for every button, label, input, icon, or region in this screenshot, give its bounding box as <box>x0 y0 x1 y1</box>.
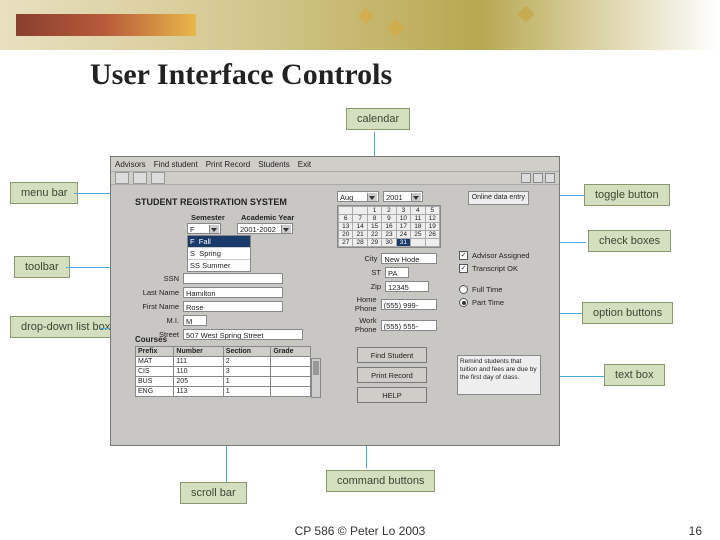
toolbar-button[interactable] <box>133 172 147 184</box>
checkbox[interactable]: ✓ <box>459 264 468 273</box>
wphone-field[interactable]: (555) 555-9999 <box>381 320 437 331</box>
menu-item[interactable]: Students <box>258 160 290 169</box>
page-number: 16 <box>689 524 702 538</box>
help-button[interactable]: HELP <box>357 387 427 403</box>
toolbar-button[interactable] <box>151 172 165 184</box>
print-record-button[interactable]: Print Record <box>357 367 427 383</box>
label-calendar: calendar <box>346 108 410 130</box>
year-dropdown[interactable]: 2001-2002 <box>237 223 293 234</box>
menu-bar[interactable]: Advisors Find student Print Record Stude… <box>111 157 559 171</box>
hphone-field[interactable]: (555) 999-9999 <box>381 299 437 310</box>
city-field[interactable]: New Hode <box>381 253 437 264</box>
radio[interactable] <box>459 285 468 294</box>
checkbox-group: ✓Advisor Assigned ✓Transcript OK <box>459 251 530 277</box>
label-dropdown: drop-down list box <box>10 316 121 338</box>
decorative-header <box>0 0 720 50</box>
min-icon[interactable] <box>521 173 531 183</box>
calendar[interactable]: 1234567891011121314151617181920212223242… <box>337 205 441 248</box>
toolbar[interactable] <box>111 171 559 185</box>
label-scrollbar: scroll bar <box>180 482 247 504</box>
slide-footer: CP 586 © Peter Lo 2003 16 <box>0 524 720 538</box>
menu-item[interactable]: Print Record <box>206 160 250 169</box>
label-toolbar: toolbar <box>14 256 70 278</box>
mi-field[interactable]: M <box>183 315 207 326</box>
toggle-button[interactable]: Online data entry <box>468 191 529 205</box>
menu-item[interactable]: Advisors <box>115 160 146 169</box>
close-icon[interactable] <box>545 173 555 183</box>
label-textbox: text box <box>604 364 665 386</box>
app-window: Advisors Find student Print Record Stude… <box>110 156 560 446</box>
label-command: command buttons <box>326 470 435 492</box>
app-title: STUDENT REGISTRATION SYSTEM <box>135 197 287 207</box>
checkbox[interactable]: ✓ <box>459 251 468 260</box>
semester-dropdown[interactable]: F <box>187 223 221 234</box>
label-toggle: toggle button <box>584 184 670 206</box>
max-icon[interactable] <box>533 173 543 183</box>
semester-options[interactable]: F Fall S Spring SS Summer <box>187 235 251 272</box>
year-label: Academic Year <box>241 213 294 222</box>
ssn-field[interactable] <box>183 273 283 284</box>
lastname-field[interactable]: Hamilton <box>183 287 283 298</box>
st-field[interactable]: PA <box>385 267 409 278</box>
diagram-stage: calendar menu bar toolbar drop-down list… <box>0 102 720 462</box>
firstname-field[interactable]: Rose <box>183 301 283 312</box>
zip-field[interactable]: 12345 <box>385 281 429 292</box>
cal-month[interactable]: Aug <box>337 191 379 202</box>
menu-item[interactable]: Exit <box>298 160 311 169</box>
label-checkboxes: check boxes <box>588 230 671 252</box>
courses-table: Courses PrefixNumberSectionGradeMAT1112C… <box>135 335 311 397</box>
radio[interactable] <box>459 298 468 307</box>
label-option: option buttons <box>582 302 673 324</box>
find-student-button[interactable]: Find Student <box>357 347 427 363</box>
message-textbox[interactable]: Remind students that tuition and fees ar… <box>457 355 541 395</box>
menu-item[interactable]: Find student <box>154 160 198 169</box>
scrollbar[interactable] <box>311 358 321 398</box>
toolbar-button[interactable] <box>115 172 129 184</box>
command-buttons: Find Student Print Record HELP <box>357 347 427 403</box>
cal-year[interactable]: 2001 <box>383 191 423 202</box>
label-menubar: menu bar <box>10 182 78 204</box>
semester-label: Semester <box>191 213 225 222</box>
slide-title: User Interface Controls <box>90 58 392 92</box>
radio-group: Full Time Part Time <box>459 285 504 311</box>
